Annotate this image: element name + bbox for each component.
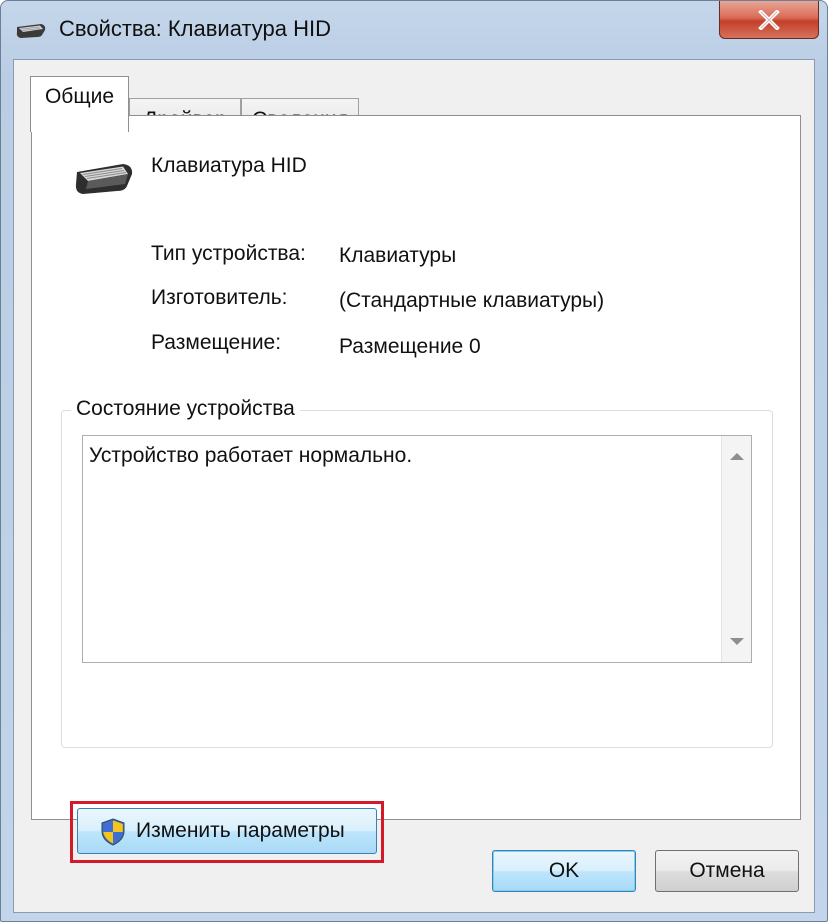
device-type-value: Клавиатуры [339,244,457,267]
change-settings-button[interactable]: Изменить параметры [77,808,377,854]
manufacturer-label: Изготовитель: [151,286,288,309]
title-bar[interactable]: Свойства: Клавиатура HID [1,1,827,59]
properties-window: Свойства: Клавиатура HID Общие Драйвер С… [0,0,828,922]
close-icon [758,9,780,30]
device-status-text: Устройство работает нормально. [89,444,413,467]
scroll-down-icon[interactable] [730,638,744,645]
keyboard-icon [16,24,46,38]
cancel-label: Отмена [689,859,765,882]
device-status-group: Состояние устройства Устройство работает… [61,397,773,748]
keyboard-icon [75,164,133,194]
device-type-label: Тип устройства: [151,242,306,265]
tab-general[interactable]: Общие [30,76,129,132]
device-status-textbox[interactable]: Устройство работает нормально. [82,435,752,663]
status-scrollbar[interactable] [721,436,751,662]
uac-shield-icon [101,818,125,846]
general-tab-page: Клавиатура HID Тип устройства: Клавиатур… [31,115,801,863]
ok-button[interactable]: OK [492,850,636,892]
scroll-up-icon[interactable] [730,453,744,460]
change-settings-label: Изменить параметры [136,819,345,842]
cancel-button[interactable]: Отмена [655,850,799,892]
dialog-content: Общие Драйвер Сведения Клавиатура HID Ти… [13,59,815,913]
manufacturer-value: (Стандартные клавиатуры) [339,289,605,312]
ok-label: OK [548,859,580,882]
window-title: Свойства: Клавиатура HID [59,16,331,41]
location-value: Размещение 0 [339,335,481,358]
device-name: Клавиатура HID [151,154,307,177]
device-status-title: Состояние устройства [71,397,300,421]
close-button[interactable] [719,1,819,39]
location-label: Размещение: [151,331,282,354]
tab-label: Общие [44,84,115,108]
